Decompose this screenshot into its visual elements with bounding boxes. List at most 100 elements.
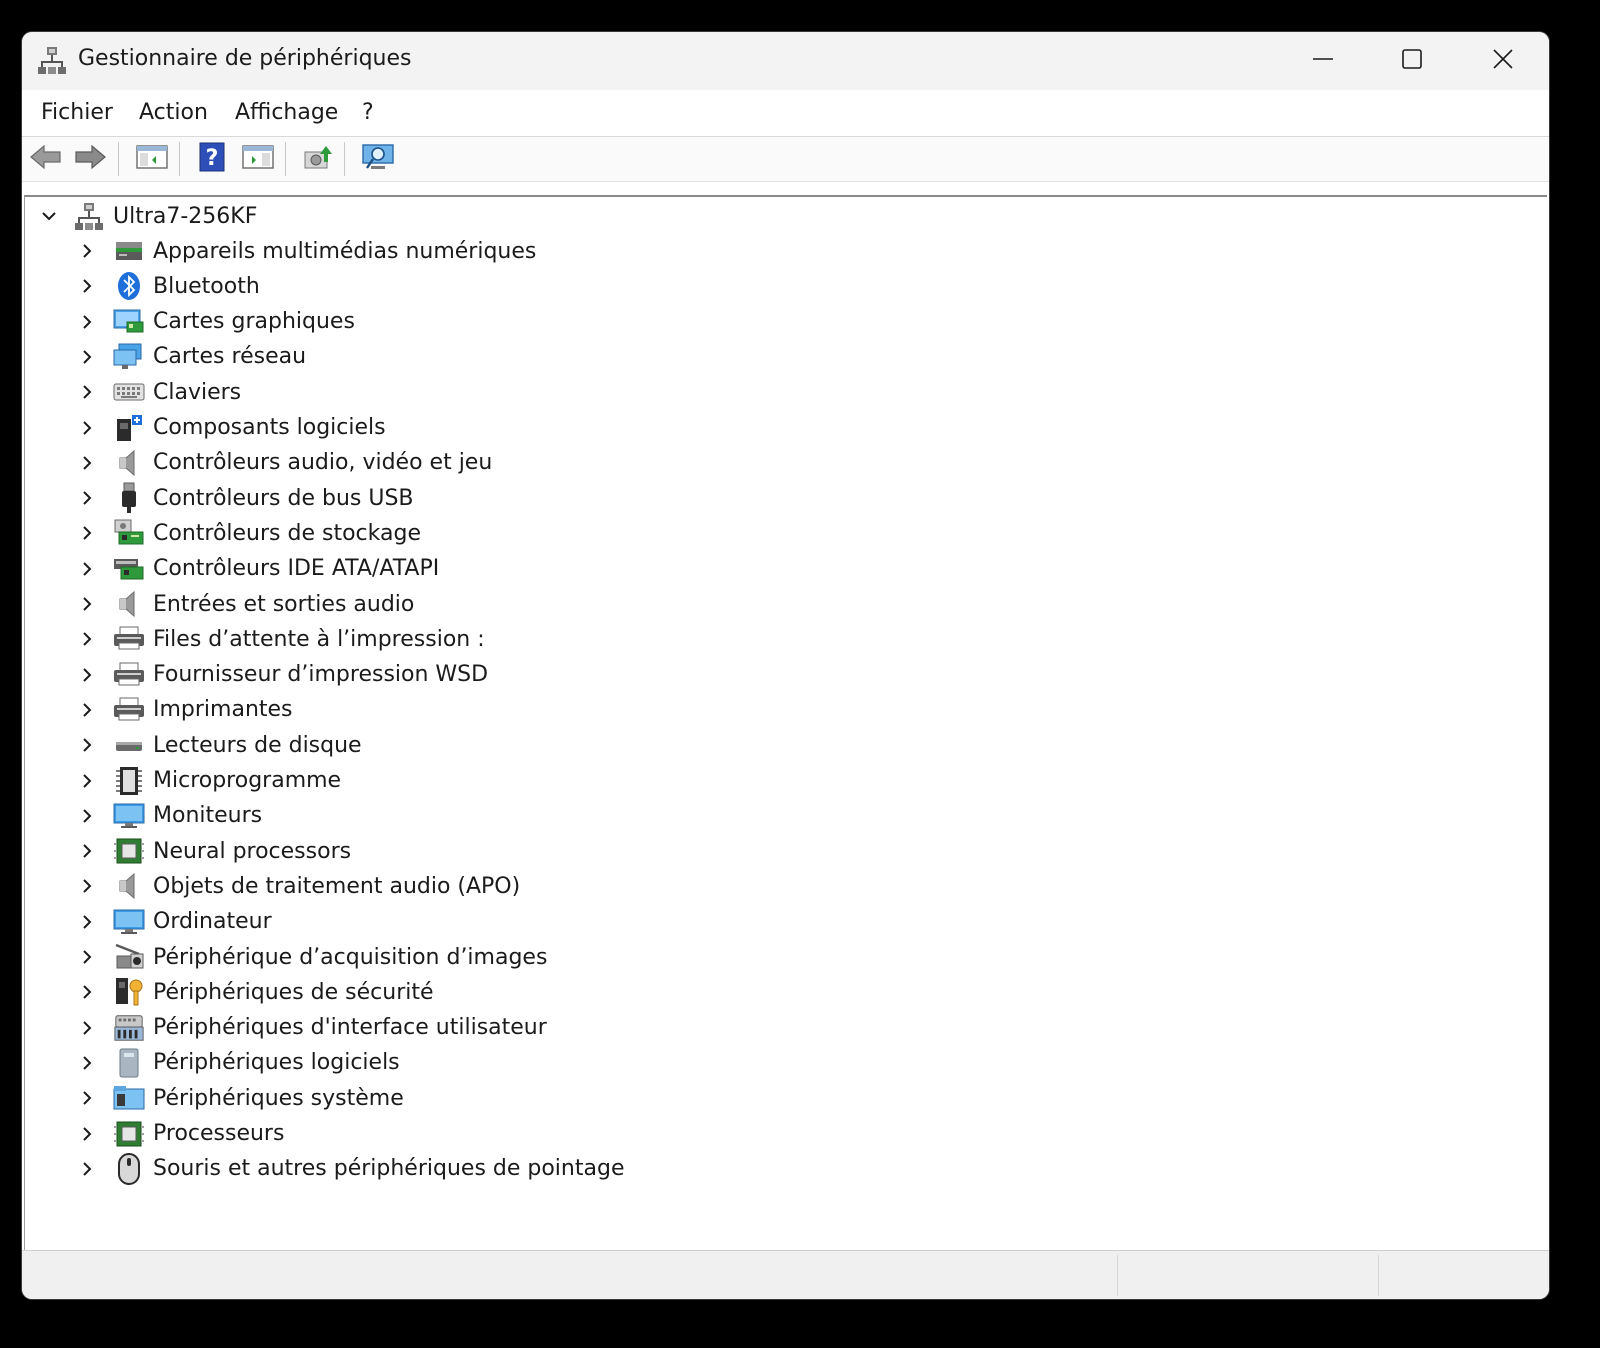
tree-item[interactable]: Fournisseur d’impression WSD (75, 658, 488, 692)
show-console-tree-button[interactable] (134, 143, 170, 175)
menu-affichage[interactable]: Affichage (235, 100, 338, 125)
tree-item[interactable]: Imprimantes (75, 693, 293, 727)
speaker-icon (113, 447, 145, 479)
keyboard-icon (113, 376, 145, 408)
chevron-right-icon[interactable] (75, 733, 99, 757)
tree-item[interactable]: Ordinateur (75, 905, 272, 939)
chevron-right-icon[interactable] (75, 557, 99, 581)
chevron-right-icon[interactable] (75, 1086, 99, 1110)
back-button[interactable] (28, 143, 64, 175)
show-action-pane-button[interactable] (240, 143, 276, 175)
chevron-right-icon[interactable] (75, 345, 99, 369)
chevron-right-icon[interactable] (75, 980, 99, 1004)
chevron-right-icon[interactable] (75, 874, 99, 898)
chevron-right-icon[interactable] (75, 804, 99, 828)
tree-item-label: Périphériques d'interface utilisateur (153, 1015, 547, 1041)
device-tree[interactable]: Ultra7-256KF Appareils multimédias numér… (24, 195, 1547, 1250)
tree-item[interactable]: Cartes graphiques (75, 305, 355, 339)
tree-item[interactable]: Périphérique d’acquisition d’images (75, 940, 547, 974)
security-key-icon (113, 976, 145, 1008)
camera-icon (113, 941, 145, 973)
tree-item[interactable]: Composants logiciels (75, 411, 386, 445)
tree-item[interactable]: Périphériques d'interface utilisateur (75, 1011, 547, 1045)
minimize-button[interactable] (1279, 32, 1367, 90)
title-bar[interactable]: Gestionnaire de périphériques (22, 32, 1549, 90)
tree-root[interactable]: Ultra7-256KF (37, 199, 257, 233)
menu-fichier[interactable]: Fichier (41, 100, 113, 125)
tree-item[interactable]: Processeurs (75, 1117, 284, 1151)
tree-item[interactable]: Contrôleurs de bus USB (75, 481, 414, 515)
tree-item[interactable]: Files d’attente à l’impression : (75, 622, 485, 656)
processor-chip-icon (113, 1118, 145, 1150)
help-button[interactable]: ? (194, 142, 230, 176)
tree-item[interactable]: Neural processors (75, 834, 351, 868)
chevron-right-icon[interactable] (75, 486, 99, 510)
printer-icon (113, 623, 145, 655)
tree-item[interactable]: Contrôleurs audio, vidéo et jeu (75, 446, 492, 480)
chevron-right-icon[interactable] (75, 910, 99, 934)
tree-item-label: Files d’attente à l’impression : (153, 626, 485, 652)
back-arrow-icon (29, 143, 63, 175)
tree-item-label: Bluetooth (153, 273, 260, 299)
tree-item-label: Périphérique d’acquisition d’images (153, 944, 548, 970)
forward-button[interactable] (72, 143, 108, 175)
firmware-chip-icon (113, 765, 145, 797)
chevron-right-icon[interactable] (75, 1016, 99, 1040)
device-manager-window: Gestionnaire de périphériques Fichier Ac… (22, 32, 1549, 1299)
tree-item[interactable]: Contrôleurs IDE ATA/ATAPI (75, 552, 439, 586)
tree-item-label: Composants logiciels (153, 415, 386, 440)
chevron-right-icon[interactable] (75, 380, 99, 404)
maximize-icon (1401, 48, 1423, 74)
chevron-right-icon[interactable] (75, 1122, 99, 1146)
tree-item[interactable]: Périphériques logiciels (75, 1046, 400, 1080)
tree-item-label: Souris et autres périphériques de pointa… (153, 1156, 625, 1182)
chevron-right-icon[interactable] (75, 521, 99, 545)
chevron-right-icon[interactable] (75, 592, 99, 616)
tree-item[interactable]: Lecteurs de disque (75, 728, 362, 762)
chevron-right-icon[interactable] (75, 274, 99, 298)
toolbar-separator (179, 142, 180, 176)
hid-icon (113, 1012, 145, 1044)
tree-item[interactable]: Cartes réseau (75, 340, 306, 374)
menu-help[interactable]: ? (362, 100, 374, 125)
tree-item[interactable]: Contrôleurs de stockage (75, 516, 421, 550)
help-icon: ? (198, 142, 226, 176)
tree-item[interactable]: Périphériques système (75, 1081, 404, 1115)
action-pane-icon (242, 144, 274, 174)
maximize-button[interactable] (1368, 32, 1456, 90)
chevron-right-icon[interactable] (75, 663, 99, 687)
tree-item[interactable]: Périphériques de sécurité (75, 975, 434, 1009)
chevron-right-icon[interactable] (75, 627, 99, 651)
mouse-icon (113, 1152, 145, 1185)
tree-item-label: Claviers (153, 379, 242, 405)
chevron-right-icon[interactable] (75, 839, 99, 863)
close-button[interactable] (1459, 32, 1547, 90)
tree-item-label: Ordinateur (153, 909, 272, 935)
tree-item[interactable]: Claviers (75, 375, 241, 409)
chevron-down-icon[interactable] (37, 204, 61, 228)
chevron-right-icon[interactable] (75, 1157, 99, 1181)
usb-icon (113, 482, 145, 514)
tree-item-label: Périphériques logiciels (153, 1050, 400, 1076)
chevron-right-icon[interactable] (75, 1051, 99, 1075)
tree-item[interactable]: Objets de traitement audio (APO) (75, 869, 520, 903)
chevron-right-icon[interactable] (75, 451, 99, 475)
scan-hardware-button[interactable] (360, 143, 396, 175)
tree-item[interactable]: Souris et autres périphériques de pointa… (75, 1152, 624, 1186)
printer-icon (113, 659, 145, 691)
tree-item[interactable]: Microprogramme (75, 764, 341, 798)
multimedia-device-icon (113, 235, 145, 267)
processor-chip-icon (113, 835, 145, 867)
chevron-right-icon[interactable] (75, 310, 99, 334)
chevron-right-icon[interactable] (75, 769, 99, 793)
chevron-right-icon[interactable] (75, 945, 99, 969)
chevron-right-icon[interactable] (75, 239, 99, 263)
tree-item[interactable]: Entrées et sorties audio (75, 587, 414, 621)
tree-item[interactable]: Bluetooth (75, 269, 260, 303)
update-driver-button[interactable] (300, 143, 336, 175)
tree-item[interactable]: Moniteurs (75, 799, 262, 833)
chevron-right-icon[interactable] (75, 416, 99, 440)
menu-action[interactable]: Action (139, 100, 208, 125)
chevron-right-icon[interactable] (75, 698, 99, 722)
tree-item[interactable]: Appareils multimédias numériques (75, 234, 536, 268)
